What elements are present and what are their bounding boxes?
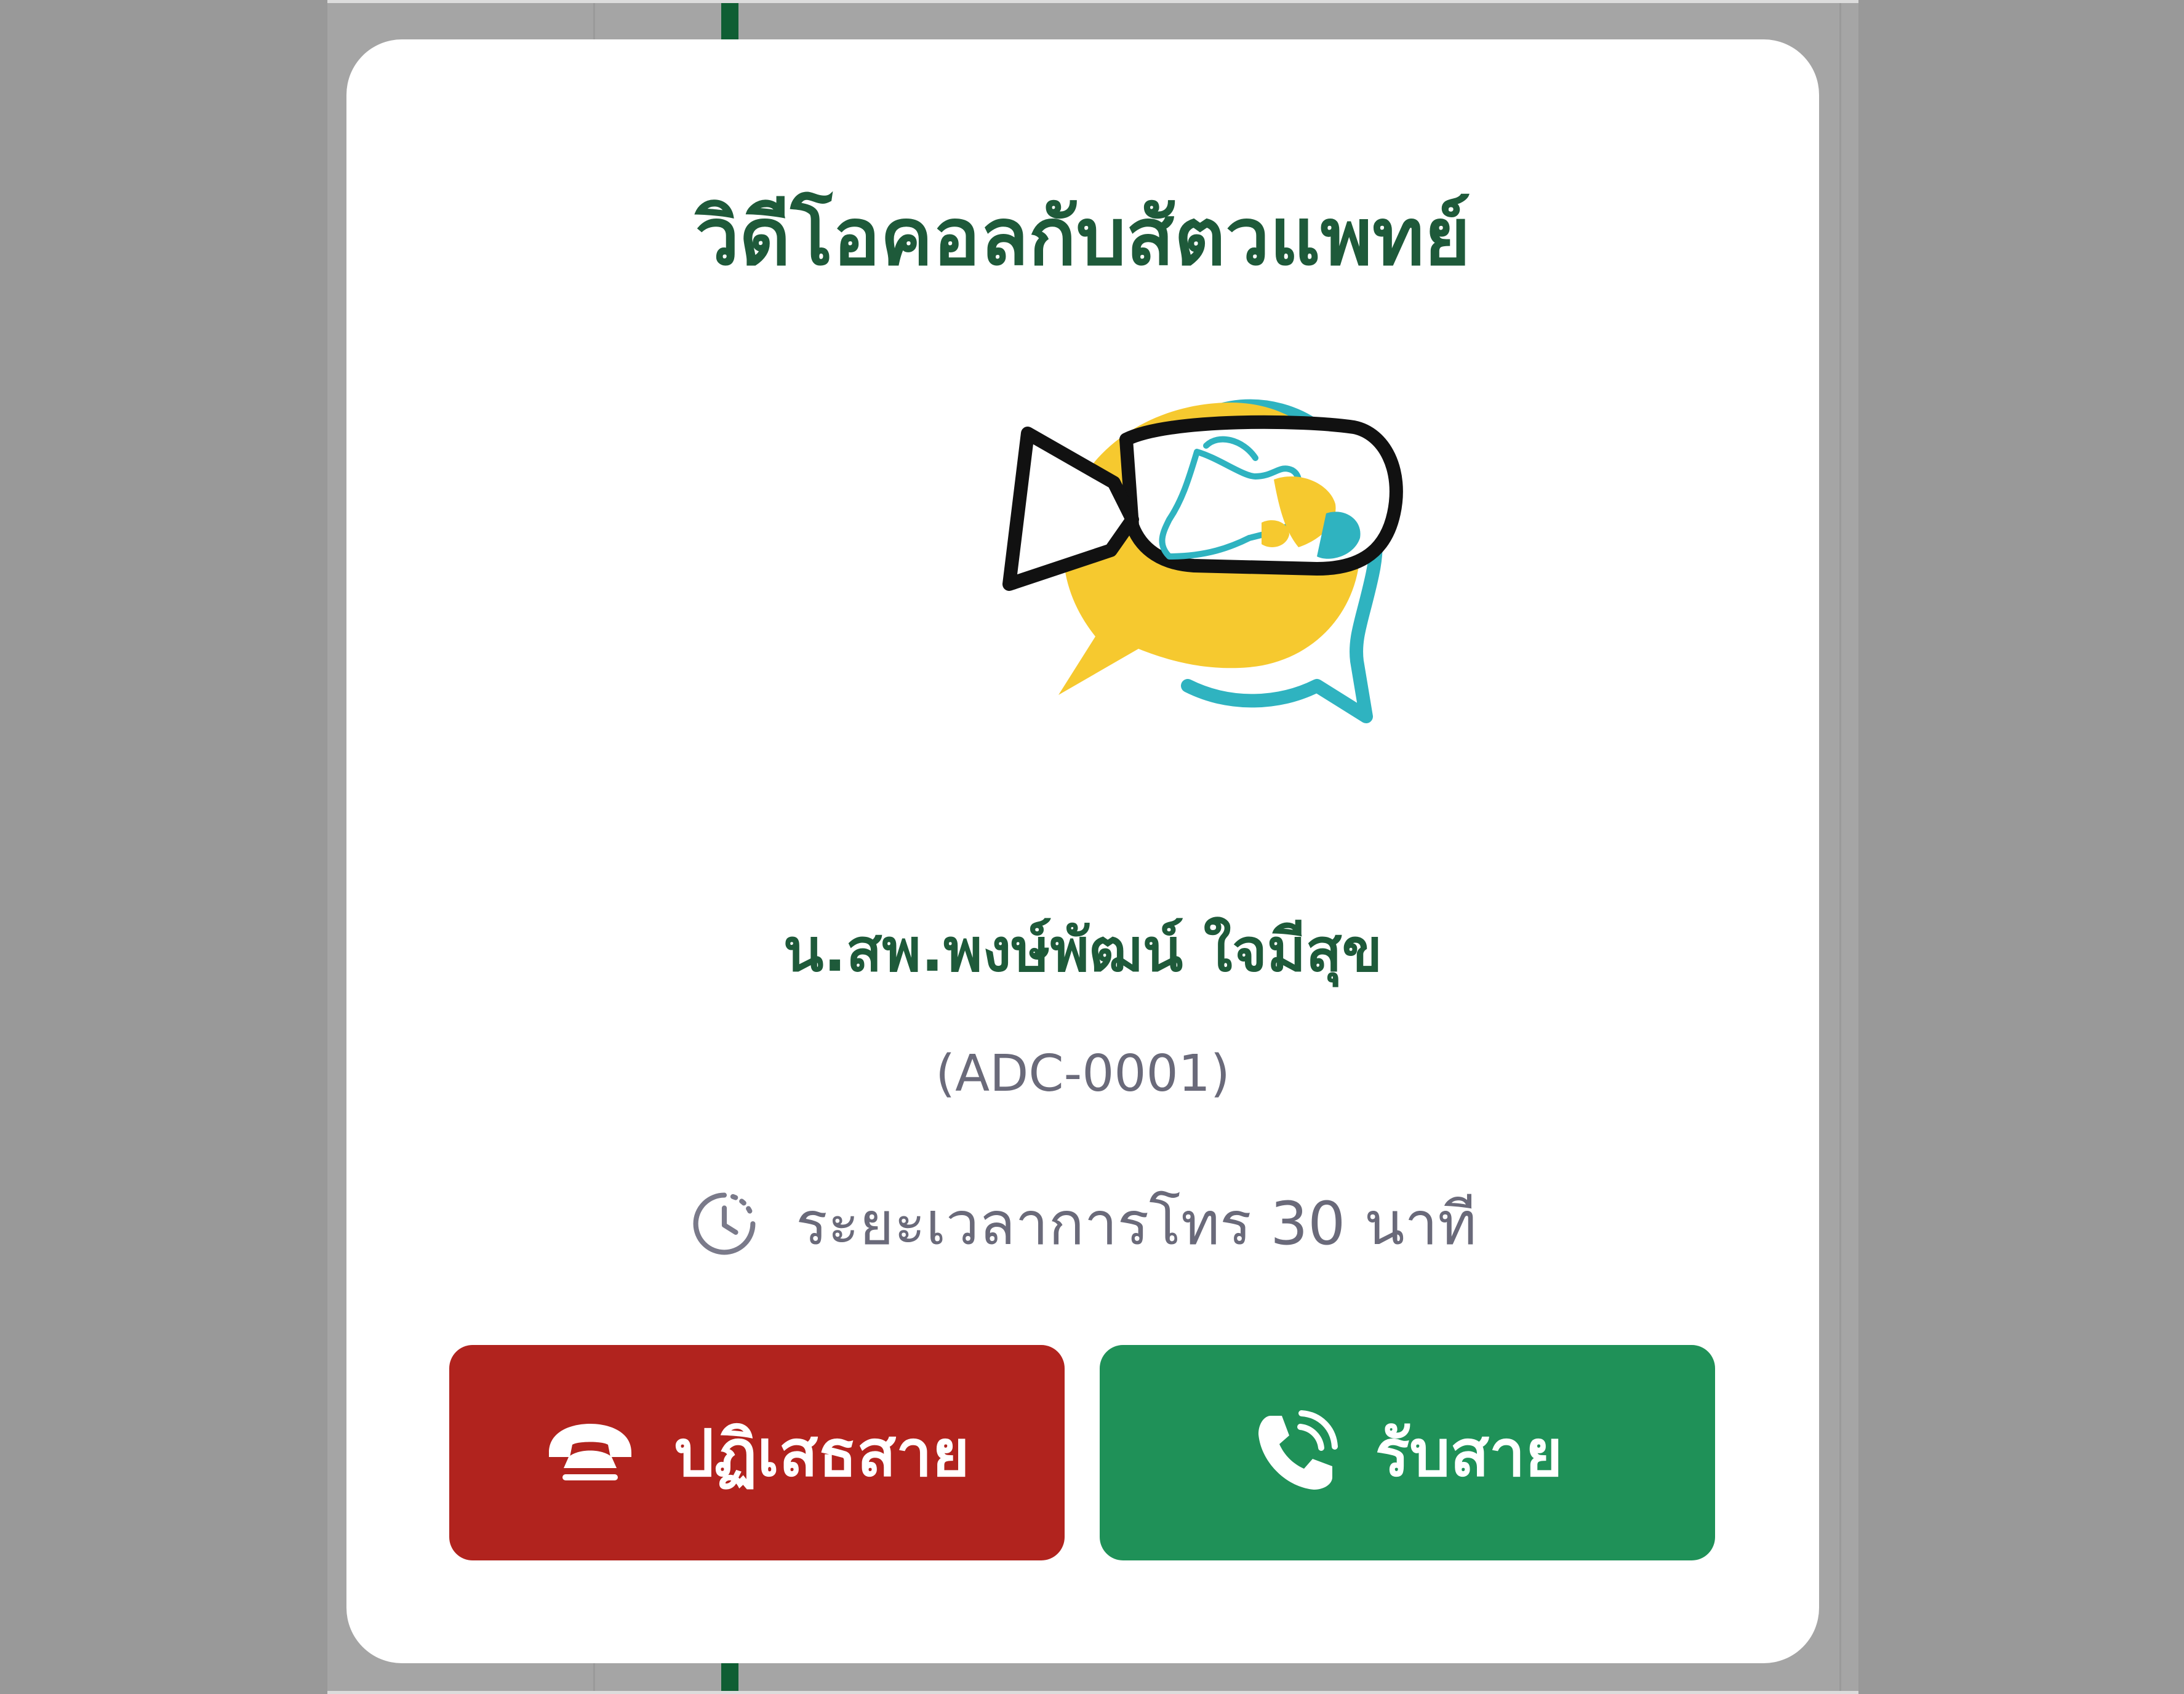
- call-duration: ระยะเวลาการโทร 30 นาที: [346, 1188, 1819, 1259]
- doctor-code: (ADC-0001): [935, 1045, 1230, 1103]
- hang-up-phone-icon: [549, 1424, 632, 1480]
- video-chat-cow-icon: [1002, 399, 1403, 723]
- clock-icon: [693, 1192, 756, 1255]
- dialog-title: วิดีโอคอลกับสัตวแพทย์: [695, 191, 1471, 283]
- incoming-call-dialog: วิดีโอคอลกับสัตวแพทย์ น.สพ.พงษ์พัฒน์ ใจม…: [346, 39, 1819, 1663]
- duration-text: ระยะเวลาการโทร 30 นาที: [796, 1189, 1477, 1258]
- background-divider-right: [1839, 3, 1841, 1691]
- decline-call-button[interactable]: ปฏิเสธสาย: [449, 1345, 1065, 1560]
- decline-button-label: ปฏิเสธสาย: [673, 1415, 970, 1491]
- accept-call-button[interactable]: รับสาย: [1100, 1345, 1715, 1560]
- accept-button-label: รับสาย: [1375, 1415, 1563, 1491]
- phone-ringing-icon: [1258, 1410, 1338, 1490]
- doctor-name: น.สพ.พงษ์พัฒน์ ใจมีสุข: [783, 916, 1383, 985]
